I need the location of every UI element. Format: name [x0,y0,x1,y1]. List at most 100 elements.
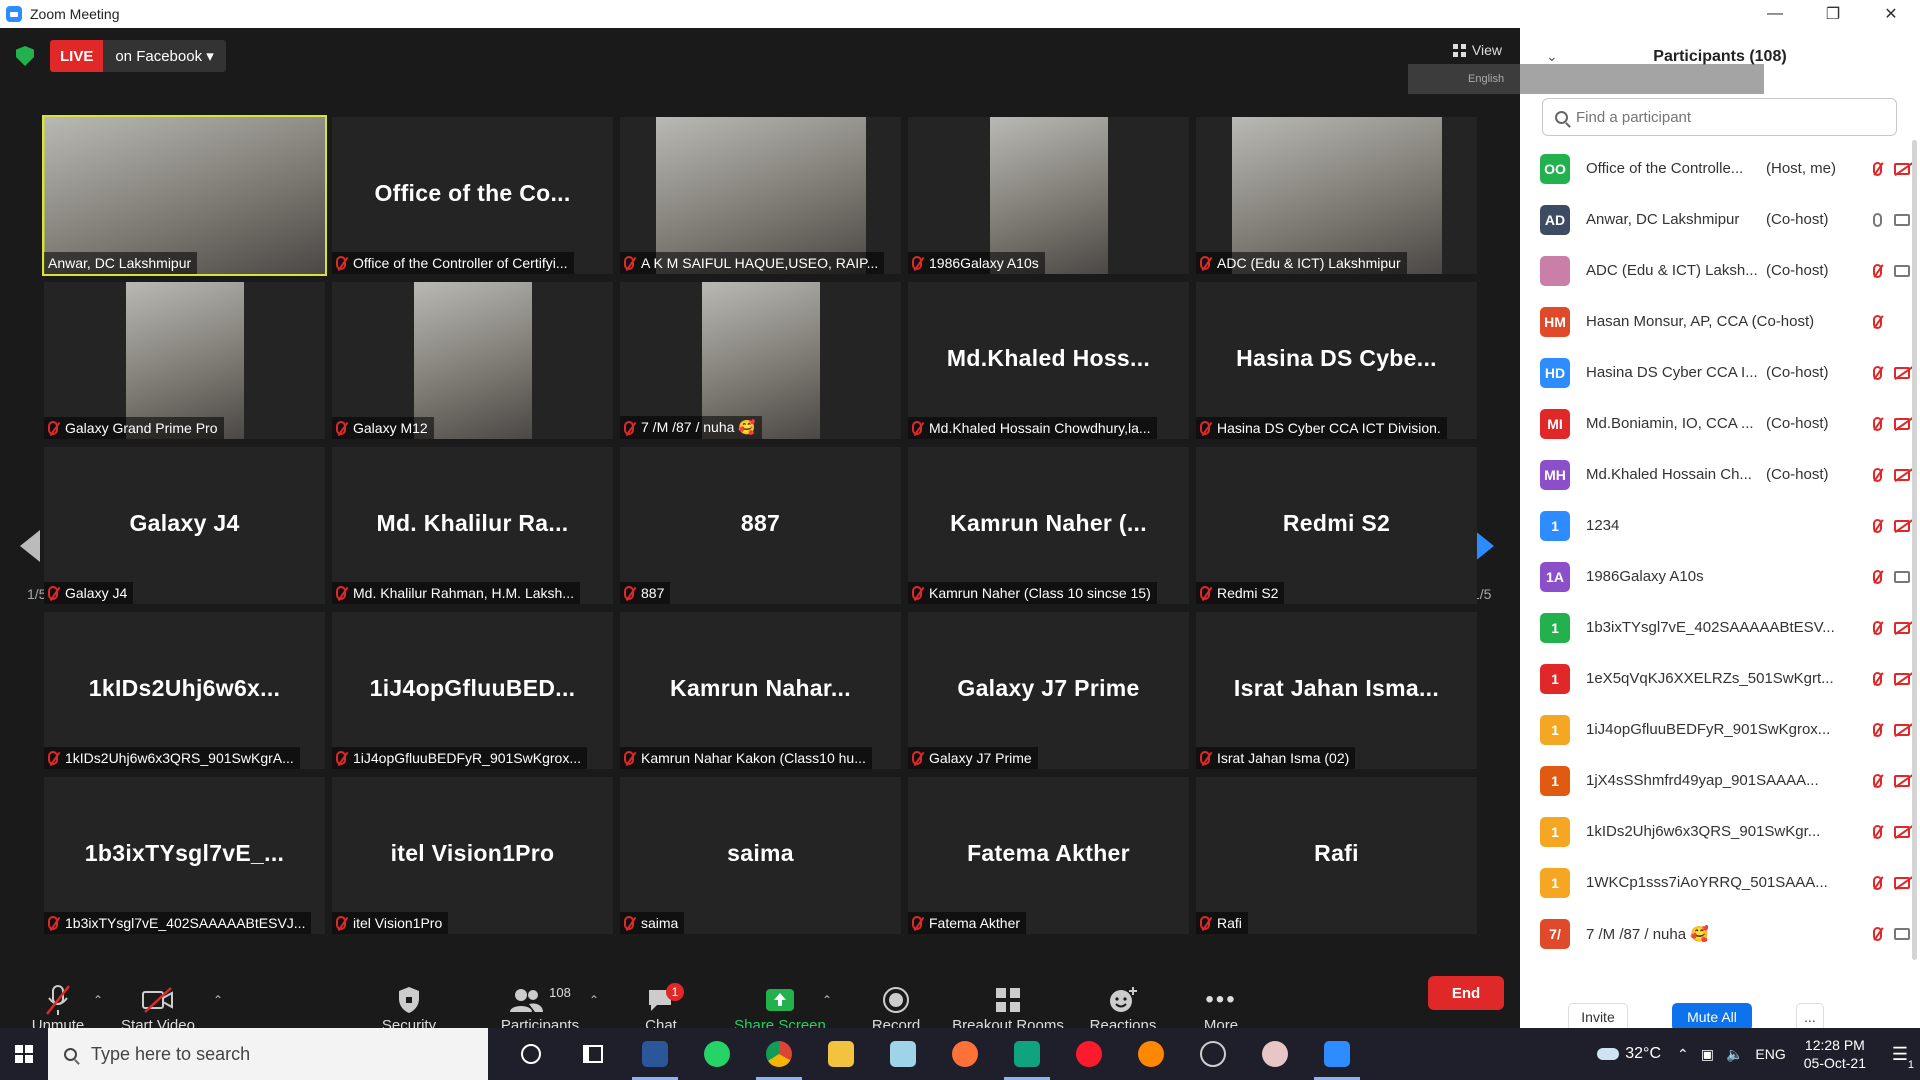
participants-scrollbar[interactable] [1912,140,1917,960]
participant-tile[interactable]: Fatema Akther Fatema Akther [908,777,1189,934]
mic-muted-icon[interactable] [1873,365,1882,380]
participants-button[interactable]: 108 Participants [490,983,590,1035]
mic-muted-icon[interactable] [1873,824,1882,839]
participant-tile[interactable]: Rafi Rafi [1196,777,1477,934]
participant-row[interactable]: 1 1jX4sSShmfrd49yap_901SAAAA... [1520,755,1910,806]
audio-options-chevron-up-icon[interactable]: ⌃ [93,993,103,1007]
mic-muted-icon[interactable] [1873,569,1882,584]
live-target-dropdown[interactable]: on Facebook ▾ [103,40,226,72]
participants-chevron-up-icon[interactable]: ⌃ [589,993,599,1007]
media-app-icon[interactable] [996,1028,1058,1080]
participant-tile[interactable]: Galaxy J7 Prime Galaxy J7 Prime [908,612,1189,769]
participant-row[interactable]: 1 1WKCp1sss7iAoYRRQ_501SAAA... [1520,857,1910,908]
participant-tile[interactable]: Galaxy M12 [332,282,613,439]
paint-app-icon[interactable] [1244,1028,1306,1080]
opera-app-icon[interactable] [1058,1028,1120,1080]
participant-tile[interactable]: Kamrun Naher (... Kamrun Naher (Class 10 … [908,447,1189,604]
network-icon[interactable]: ▣ [1701,1046,1714,1063]
participant-row[interactable]: 1 1eX5qVqKJ6XXELRZs_501SwKgrt... [1520,653,1910,704]
participant-row[interactable]: 7/7 /M /87 / nuha 🥰 [1520,908,1910,959]
mic-muted-icon[interactable] [1873,926,1882,941]
participant-tile[interactable]: Kamrun Nahar... Kamrun Nahar Kakon (Class… [620,612,901,769]
mic-muted-icon[interactable] [1873,620,1882,635]
participant-row[interactable]: 1 1234 [1520,500,1910,551]
more-button[interactable]: ••• More [1196,983,1246,1034]
participant-tile[interactable]: saima saima [620,777,901,934]
invite-button[interactable]: Invite [1568,1003,1628,1031]
panel-more-button[interactable]: ... [1796,1003,1824,1031]
participant-tile[interactable]: Office of the Co... Office of the Control… [332,117,613,274]
participant-tile[interactable]: Hasina DS Cybe... Hasina DS Cyber CCA ICT… [1196,282,1477,439]
whatsapp-app-icon[interactable] [686,1028,748,1080]
participant-tile[interactable]: Anwar, DC Lakshmipur [42,115,327,276]
participant-tile[interactable]: Md. Khalilur Ra... Md. Khalilur Rahman, H… [332,447,613,604]
mic-muted-icon[interactable] [1873,416,1882,431]
chrome-app-icon[interactable] [748,1028,810,1080]
participant-tile[interactable]: Galaxy J4 Galaxy J4 [44,447,325,604]
mic-muted-icon[interactable] [1873,467,1882,482]
participant-tile[interactable]: ADC (Edu & ICT) Lakshmipur [1196,117,1477,274]
participant-row[interactable]: 1 1iJ4opGfluuBEDFyR_901SwKgrox... [1520,704,1910,755]
participant-tile[interactable]: Galaxy Grand Prime Pro [44,282,325,439]
mute-all-button[interactable]: Mute All [1672,1003,1752,1031]
participant-tile[interactable]: 1b3ixTYsgl7vE_... 1b3ixTYsgl7vE_402SAAAAA… [44,777,325,934]
vlc-app-icon[interactable] [1120,1028,1182,1080]
participant-tile[interactable]: 1986Galaxy A10s [908,117,1189,274]
minimize-icon[interactable]: — [1746,0,1804,28]
participant-tile[interactable]: 7 /M /87 / nuha 🥰 [620,282,901,439]
end-meeting-button[interactable]: End [1428,976,1504,1010]
participant-tile[interactable]: itel Vision1Pro itel Vision1Pro [332,777,613,934]
start-video-button[interactable]: Start Video [108,983,208,1034]
participant-tile[interactable]: A K M SAIFUL HAQUE,USEO, RAIP... [620,117,901,274]
live-stream-indicator[interactable]: LIVE on Facebook ▾ [50,40,226,72]
mic-muted-icon[interactable] [1873,314,1882,329]
participant-row[interactable]: HD Hasina DS Cyber CCA I... (Co-host) [1520,347,1910,398]
record-button[interactable]: Record [866,983,926,1034]
next-page-arrow-icon[interactable] [1474,530,1494,562]
breakout-rooms-button[interactable]: Breakout Rooms [950,983,1066,1034]
mic-icon[interactable] [1873,212,1882,227]
share-screen-button[interactable]: Share Screen [732,983,828,1034]
notifications-icon[interactable]: ☰ 1 [1880,1044,1920,1071]
prev-page-arrow-icon[interactable] [20,530,40,562]
taskbar-search[interactable]: Type here to search [48,1028,488,1080]
participant-row[interactable]: MI Md.Boniamin, IO, CCA ... (Co-host) [1520,398,1910,449]
participant-search[interactable] [1542,98,1897,136]
view-button[interactable]: View [1452,42,1502,58]
mic-muted-icon[interactable] [1873,671,1882,686]
participant-row[interactable]: OO Office of the Controlle... (Host, me) [1520,143,1910,194]
volume-icon[interactable]: 🔈 [1726,1046,1743,1063]
participant-row[interactable]: 1A 1986Galaxy A10s [1520,551,1910,602]
mic-muted-icon[interactable] [1873,518,1882,533]
participant-search-input[interactable] [1576,108,1876,126]
mic-muted-icon[interactable] [1873,875,1882,890]
start-button[interactable] [0,1028,48,1080]
mic-muted-icon[interactable] [1873,161,1882,176]
multitask-icon[interactable] [562,1028,624,1080]
task-view-icon[interactable] [500,1028,562,1080]
restore-icon[interactable]: ❐ [1804,0,1862,28]
close-icon[interactable]: ✕ [1862,0,1920,28]
mic-muted-icon[interactable] [1873,722,1882,737]
security-button[interactable]: Security [374,983,444,1034]
mic-muted-icon[interactable] [1873,263,1882,278]
app-circle-icon[interactable] [1182,1028,1244,1080]
chat-button[interactable]: 1 Chat [636,983,686,1034]
zoom-app-icon[interactable] [1306,1028,1368,1080]
participant-tile[interactable]: Israt Jahan Isma... Israt Jahan Isma (02) [1196,612,1477,769]
participant-tile[interactable]: 1kIDs2Uhj6w6x... 1kIDs2Uhj6w6x3QRS_901SwK… [44,612,325,769]
participant-row[interactable]: 1 1kIDs2Uhj6w6x3QRS_901SwKgr... [1520,806,1910,857]
weather-temperature[interactable]: 32°C [1625,1045,1661,1063]
participant-row[interactable]: HM Hasan Monsur, AP, CCA (Co-host) [1520,296,1910,347]
word-app-icon[interactable] [624,1028,686,1080]
input-language[interactable]: ENG [1755,1046,1785,1062]
participant-tile[interactable]: Redmi S2 Redmi S2 [1196,447,1477,604]
mic-muted-icon[interactable] [1873,773,1882,788]
participant-tile[interactable]: 887 887 [620,447,901,604]
participant-tile[interactable]: 1iJ4opGfluuBED... 1iJ4opGfluuBEDFyR_901Sw… [332,612,613,769]
file-explorer-icon[interactable] [810,1028,872,1080]
tray-chevron-up-icon[interactable]: ⌃ [1677,1046,1689,1063]
participant-row[interactable]: ADC (Edu & ICT) Laksh... (Co-host) [1520,245,1910,296]
notes-app-icon[interactable] [872,1028,934,1080]
taskbar-clock[interactable]: 12:28 PM 05-Oct-21 [1804,1036,1866,1072]
